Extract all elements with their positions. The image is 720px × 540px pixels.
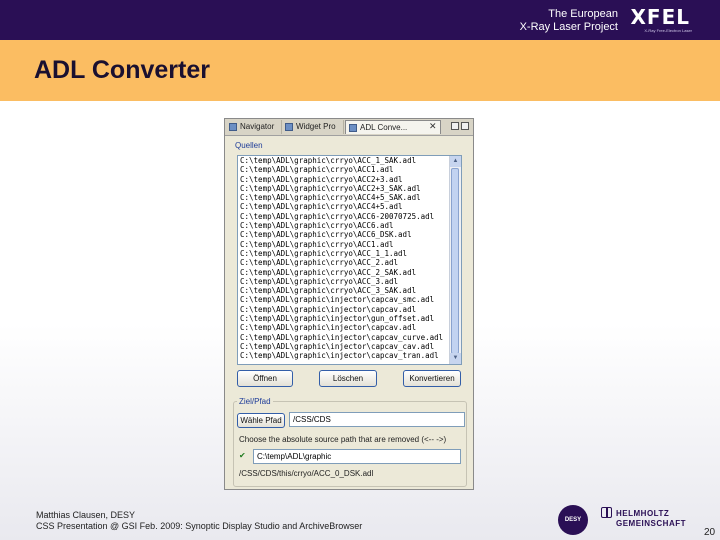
list-item[interactable]: C:\temp\ADL\graphic\crryo\ACC_2_SAK.adl <box>238 268 461 277</box>
list-item[interactable]: C:\temp\ADL\graphic\injector\capcav.adl <box>238 305 461 314</box>
list-item[interactable]: C:\temp\ADL\graphic\crryo\ACC1.adl <box>238 240 461 249</box>
list-item[interactable]: C:\temp\ADL\graphic\crryo\ACC_3_SAK.adl <box>238 286 461 295</box>
minimize-icon[interactable] <box>451 122 459 130</box>
scroll-up-icon[interactable]: ▲ <box>450 156 461 167</box>
organization-name: The European X-Ray Laser Project <box>520 8 618 34</box>
result-preview: /CSS/CDS/this/crryo/ACC_0_DSK.adl <box>239 469 374 478</box>
tab-label: Widget Pro <box>296 122 336 131</box>
file-rows: C:\temp\ADL\graphic\crryo\ACC_1_SAK.adl C… <box>238 156 461 361</box>
open-button[interactable]: Öffnen <box>237 370 293 387</box>
convert-button[interactable]: Konvertieren <box>403 370 461 387</box>
list-item[interactable]: C:\temp\ADL\graphic\injector\capcav_smc.… <box>238 295 461 304</box>
absolute-path-hint: Choose the absolute source path that are… <box>239 435 447 444</box>
tab-adl-converter[interactable]: ADL Conve... <box>345 120 441 134</box>
tab-widget-pro[interactable]: Widget Pro <box>282 120 344 134</box>
navigator-icon <box>229 123 237 131</box>
checkmark-icon: ✔ <box>239 451 246 460</box>
footer-event: CSS Presentation @ GSI Feb. 2009: Synopt… <box>36 521 363 531</box>
org-line-2: X-Ray Laser Project <box>519 21 618 33</box>
adl-converter-window: Navigator Widget Pro ADL Conve... ✕ Quel… <box>224 118 474 490</box>
helmholtz-line-2: GEMEINSCHAFT <box>616 519 686 528</box>
adl-converter-icon <box>349 124 357 132</box>
list-item[interactable]: C:\temp\ADL\graphic\crryo\ACC6_DSK.adl <box>238 230 461 239</box>
target-group-label: Ziel/Pfad <box>237 397 273 406</box>
list-item[interactable]: C:\temp\ADL\graphic\crryo\ACC4+5.adl <box>238 202 461 211</box>
list-item[interactable]: C:\temp\ADL\graphic\crryo\ACC1.adl <box>238 165 461 174</box>
list-item[interactable]: C:\temp\ADL\graphic\injector\capcav_tran… <box>238 351 461 360</box>
page-number: 20 <box>704 527 716 538</box>
slide-title: ADL Converter <box>34 56 210 84</box>
list-item[interactable]: C:\temp\ADL\graphic\crryo\ACC4+5_SAK.adl <box>238 193 461 202</box>
org-line-1: The European <box>548 8 618 20</box>
helmholtz-logo: HELMHOLTZ GEMEINSCHAFT <box>616 509 686 529</box>
choose-path-button[interactable]: Wähle Pfad <box>237 413 285 428</box>
list-item[interactable]: C:\temp\ADL\graphic\crryo\ACC_2.adl <box>238 258 461 267</box>
helmholtz-line-1: HELMHOLTZ <box>616 509 670 518</box>
list-item[interactable]: C:\temp\ADL\graphic\crryo\ACC2+3.adl <box>238 175 461 184</box>
helmholtz-logo-icon <box>601 507 612 518</box>
list-item[interactable]: C:\temp\ADL\graphic\injector\gun_offset.… <box>238 314 461 323</box>
files-group-label: Quellen <box>235 141 263 150</box>
scroll-down-icon[interactable]: ▼ <box>450 353 461 364</box>
footer-text: Matthias Clausen, DESY CSS Presentation … <box>36 510 362 532</box>
desy-logo: DESY <box>558 505 588 535</box>
list-item[interactable]: C:\temp\ADL\graphic\crryo\ACC2+3_SAK.adl <box>238 184 461 193</box>
footer-author: Matthias Clausen, DESY <box>36 510 136 520</box>
source-path-field[interactable]: C:\temp\ADL\graphic <box>253 449 461 464</box>
list-item[interactable]: C:\temp\ADL\graphic\injector\capcav.adl <box>238 323 461 332</box>
list-item[interactable]: C:\temp\ADL\graphic\crryo\ACC_3.adl <box>238 277 461 286</box>
xfel-logo: XFEL <box>630 5 690 29</box>
tab-label: Navigator <box>240 122 275 131</box>
target-path-field[interactable]: /CSS/CDS <box>289 412 465 427</box>
source-file-list[interactable]: C:\temp\ADL\graphic\crryo\ACC_1_SAK.adl C… <box>237 155 462 365</box>
list-item[interactable]: C:\temp\ADL\graphic\injector\capcav_curv… <box>238 333 461 342</box>
close-icon[interactable]: ✕ <box>429 121 437 132</box>
header-bar: The European X-Ray Laser Project XFEL X-… <box>0 0 720 40</box>
slide: The European X-Ray Laser Project XFEL X-… <box>0 0 720 540</box>
delete-button[interactable]: Löschen <box>319 370 377 387</box>
tab-label: ADL Conve... <box>360 123 408 132</box>
vertical-scrollbar[interactable]: ▲ ▼ <box>449 156 461 364</box>
widget-icon <box>285 123 293 131</box>
view-tab-bar: Navigator Widget Pro ADL Conve... ✕ <box>225 119 473 136</box>
list-item[interactable]: C:\temp\ADL\graphic\crryo\ACC6-20070725.… <box>238 212 461 221</box>
scroll-thumb[interactable] <box>451 168 459 354</box>
tab-navigator[interactable]: Navigator <box>226 120 282 134</box>
list-item[interactable]: C:\temp\ADL\graphic\crryo\ACC_1_1.adl <box>238 249 461 258</box>
list-item[interactable]: C:\temp\ADL\graphic\injector\capcav_cav.… <box>238 342 461 351</box>
list-item[interactable]: C:\temp\ADL\graphic\crryo\ACC_1_SAK.adl <box>238 156 461 165</box>
list-item[interactable]: C:\temp\ADL\graphic\crryo\ACC6.adl <box>238 221 461 230</box>
xfel-logo-subtitle: X-Ray Free-Electron Laser <box>644 28 692 33</box>
maximize-icon[interactable] <box>461 122 469 130</box>
